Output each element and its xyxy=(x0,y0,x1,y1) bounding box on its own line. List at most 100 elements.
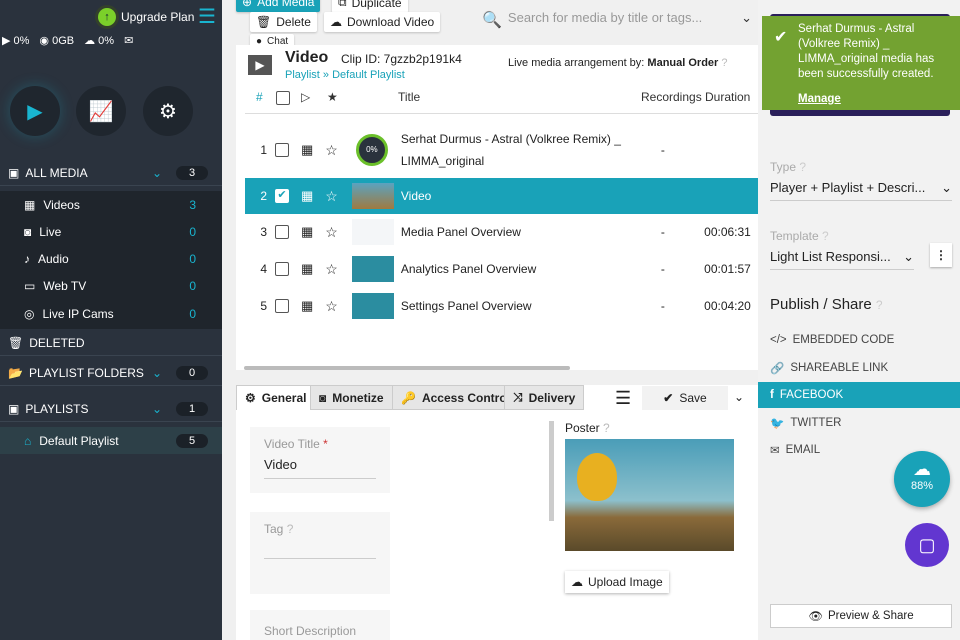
short-description-label: Short Description xyxy=(264,624,357,638)
list-menu-icon[interactable]: ☰ xyxy=(615,388,631,409)
film-icon: ▦ xyxy=(301,188,314,203)
row-checkbox[interactable] xyxy=(275,143,289,157)
table-row[interactable]: 5 ▦ ☆ Settings Panel Overview -00:04:20 xyxy=(245,288,758,324)
upload-image-button[interactable]: ☁ Upload Image xyxy=(565,571,669,593)
search-input[interactable]: 🔍 Search for media by title or tags... ⌄ xyxy=(482,10,752,30)
arrangement-value[interactable]: Manual Order xyxy=(647,57,718,69)
arrangement-info: Live media arrangement by: Manual Order … xyxy=(508,57,728,69)
type-column-icon[interactable]: ▷ xyxy=(301,90,310,104)
playlists-section[interactable]: ▣ PLAYLISTS ⌄ 1 xyxy=(0,396,222,422)
table-row[interactable]: 1 ▦ ☆ 0% Serhat Durmus - Astral (Volkree Rem… xyxy=(245,126,758,174)
breadcrumb-default-playlist[interactable]: Default Playlist xyxy=(332,69,405,81)
preview-share-button[interactable]: 👁 Preview & Share xyxy=(770,604,952,628)
type-select[interactable]: Player + Playlist + Descri... ⌄ xyxy=(770,180,952,201)
search-icon: 🔍 xyxy=(482,12,502,29)
column-title[interactable]: Title xyxy=(398,90,420,104)
tab-general[interactable]: ⚙ General xyxy=(236,385,316,410)
chevron-down-icon: ⌄ xyxy=(151,401,162,416)
deleted-section[interactable]: 🗑 DELETED xyxy=(0,330,222,356)
upload-progress-button[interactable]: ☁ 88% xyxy=(894,451,950,507)
star-column-icon[interactable]: ★ xyxy=(327,90,338,104)
tag-field[interactable]: Tag ? xyxy=(250,512,390,594)
delete-button[interactable]: 🗑 Delete xyxy=(250,12,317,32)
film-icon: ▦ xyxy=(301,224,314,239)
save-options-chevron-icon[interactable]: ⌄ xyxy=(734,390,744,404)
mail-icon[interactable]: ✉ xyxy=(124,34,133,47)
tab-monetize[interactable]: ◙ Monetize xyxy=(310,385,393,410)
folder-icon: 📂 xyxy=(8,365,23,380)
table-row[interactable]: 4 ▦ ☆ Analytics Panel Overview -00:01:57 xyxy=(245,251,758,287)
star-icon[interactable]: ☆ xyxy=(325,224,338,241)
sidebar-item-audio[interactable]: ♪ Audio 0 xyxy=(0,245,222,272)
sidebar-item-web-tv[interactable]: ▭ Web TV 0 xyxy=(0,272,222,299)
twitter-link[interactable]: 🐦 TWITTER xyxy=(758,410,960,436)
star-icon[interactable]: ☆ xyxy=(325,298,338,315)
eye-icon: 👁 xyxy=(808,611,823,623)
help-icon: ? xyxy=(286,522,294,536)
row-checkbox[interactable] xyxy=(275,262,289,276)
template-label: Template ? xyxy=(770,229,829,243)
star-icon[interactable]: ☆ xyxy=(325,142,338,159)
star-icon[interactable]: ☆ xyxy=(325,261,338,278)
media-nav-button[interactable]: ▶ xyxy=(10,86,60,136)
breadcrumb-playlist[interactable]: Playlist xyxy=(285,69,320,81)
template-select[interactable]: Light List Responsi... ⌄ xyxy=(770,249,914,270)
table-row[interactable]: 3 ▦ ☆ Media Panel Overview -00:06:31 xyxy=(245,214,758,250)
mail-icon: ✉ xyxy=(770,445,780,457)
row-checkbox-checked[interactable]: ✔ xyxy=(275,189,289,203)
vertical-scrollbar[interactable] xyxy=(549,421,554,521)
chat-support-icon[interactable]: ▢ xyxy=(905,523,949,567)
download-video-button[interactable]: ☁ Download Video xyxy=(324,12,441,32)
tab-delivery[interactable]: ⤨ Delivery xyxy=(504,385,585,410)
column-duration[interactable]: Duration xyxy=(705,90,750,104)
save-button[interactable]: ✔ Save xyxy=(642,386,728,410)
header-divider xyxy=(245,113,758,114)
facebook-link[interactable]: f FACEBOOK xyxy=(758,382,960,408)
breadcrumb: Playlist » Default Playlist xyxy=(285,69,405,81)
video-title-value[interactable]: Video xyxy=(264,457,376,472)
upgrade-plan-button[interactable]: ↑ Upgrade Plan xyxy=(98,8,194,26)
chevron-down-icon: ⌄ xyxy=(151,365,162,380)
add-media-button[interactable]: ⊕ Add Media xyxy=(236,0,321,12)
help-icon: ? xyxy=(875,298,883,312)
all-media-section[interactable]: ▣ ALL MEDIA ⌄ 3 xyxy=(0,160,222,186)
home-icon: ⌂ xyxy=(24,433,32,448)
success-toast: ✔ Serhat Durmus - Astral (Volkree Remix)… xyxy=(762,16,960,110)
film-icon: ▦ xyxy=(24,197,36,212)
shareable-link[interactable]: 🔗 SHAREABLE LINK xyxy=(758,355,960,381)
table-row[interactable]: 2 ✔ ▦ ☆ Video xyxy=(245,178,758,214)
tv-icon: ▭ xyxy=(24,278,36,293)
film-icon: ▦ xyxy=(301,298,314,313)
chevron-down-icon: ⌄ xyxy=(941,180,952,195)
chevron-down-icon: ⌄ xyxy=(151,165,162,180)
column-number[interactable]: # xyxy=(256,90,263,104)
horizontal-scrollbar[interactable] xyxy=(244,366,570,370)
tab-access-control[interactable]: 🔑 Access Control xyxy=(392,385,519,410)
column-recordings[interactable]: Recordings xyxy=(641,90,702,104)
help-icon: ? xyxy=(822,229,829,243)
upload-progress: 0% xyxy=(355,134,388,166)
manage-link[interactable]: Manage xyxy=(798,92,952,107)
sidebar-item-live[interactable]: ◙ Live 0 xyxy=(0,218,222,245)
balloon-shape xyxy=(577,453,617,501)
embedded-code-link[interactable]: </> EMBEDDED CODE xyxy=(758,327,960,353)
analytics-nav-button[interactable]: 📈 xyxy=(76,86,126,136)
more-options-icon[interactable]: ⋮ xyxy=(930,243,952,267)
row-checkbox[interactable] xyxy=(275,299,289,313)
help-icon: ? xyxy=(603,421,610,435)
short-description-field[interactable]: Short Description xyxy=(250,610,390,640)
film-icon: ▦ xyxy=(301,261,314,276)
sidebar-item-live-ip-cams[interactable]: ◎ Live IP Cams 0 xyxy=(0,299,222,329)
plays-stat: ▶ 0% xyxy=(2,35,30,47)
thumbnail xyxy=(351,219,394,245)
settings-nav-button[interactable]: ⚙ xyxy=(143,86,193,136)
sidebar-item-default-playlist[interactable]: ⌂ Default Playlist 5 xyxy=(0,427,222,454)
publish-share-heading: Publish / Share ? xyxy=(770,296,883,313)
video-title-field[interactable]: Video Title * Video xyxy=(250,427,390,493)
menu-icon[interactable]: ☰ xyxy=(198,7,216,27)
sidebar-item-videos[interactable]: ▦ Videos 3 xyxy=(0,191,222,218)
select-all-checkbox[interactable] xyxy=(276,91,290,105)
star-icon[interactable]: ☆ xyxy=(325,188,338,205)
playlist-folders-section[interactable]: 📂 PLAYLIST FOLDERS ⌄ 0 xyxy=(0,360,222,386)
row-checkbox[interactable] xyxy=(275,225,289,239)
